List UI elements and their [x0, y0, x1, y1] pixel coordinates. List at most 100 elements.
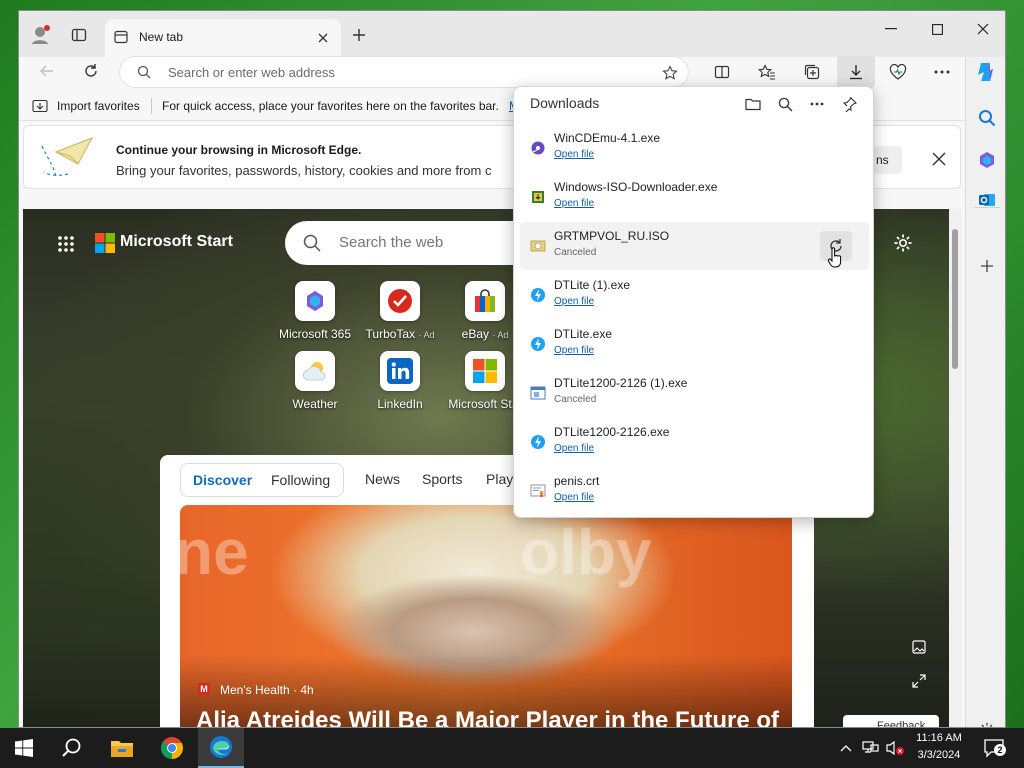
clock-date[interactable]: 3/3/2024 — [914, 749, 964, 761]
download-item[interactable]: DTLite.exe Open file — [520, 320, 869, 368]
tab-actions-icon[interactable] — [69, 25, 89, 45]
open-file-link[interactable]: Open file — [554, 149, 594, 160]
background-image-icon[interactable] — [909, 637, 929, 657]
open-file-link[interactable]: Open file — [554, 198, 594, 209]
feedback-button[interactable]: Feedback — [843, 715, 939, 727]
downloads-title: Downloads — [530, 95, 600, 111]
tab-play[interactable]: Play — [486, 471, 513, 487]
close-window-button[interactable] — [971, 19, 995, 39]
back-button[interactable] — [35, 59, 59, 83]
open-file-link[interactable]: Open file — [554, 296, 594, 307]
favorites-bar-hint: For quick access, place your favorites h… — [162, 99, 499, 113]
network-icon[interactable] — [860, 739, 880, 757]
close-banner-icon[interactable] — [928, 148, 950, 170]
open-downloads-folder-icon[interactable] — [742, 93, 764, 115]
tab-title: New tab — [139, 30, 184, 44]
address-placeholder: Search or enter web address — [168, 65, 335, 80]
page-settings-gear-icon[interactable] — [891, 231, 915, 255]
article-headline[interactable]: Alia Atreides Will Be a Major Player in … — [196, 707, 779, 727]
chrome-icon[interactable] — [152, 732, 192, 764]
import-favorites-icon — [31, 98, 49, 114]
close-tab-icon[interactable] — [315, 30, 331, 46]
download-item[interactable]: DTLite (1).exe Open file — [520, 271, 869, 319]
shortcut-linkedin[interactable]: LinkedIn — [360, 351, 440, 411]
app-launcher-icon[interactable] — [55, 233, 77, 255]
search-downloads-icon[interactable] — [774, 93, 796, 115]
pin-downloads-icon[interactable] — [838, 93, 860, 115]
sidebar-microsoft-365-icon[interactable] — [976, 149, 998, 171]
show-hidden-icons-chevron[interactable] — [838, 740, 854, 756]
address-bar[interactable]: Search or enter web address — [119, 56, 689, 88]
article-image[interactable]: ne olby M Men's Health · 4h Alia Atreide… — [180, 505, 792, 727]
collections-icon[interactable] — [801, 61, 823, 83]
more-options-icon[interactable] — [931, 61, 953, 83]
daemon-tools-file-icon — [530, 336, 546, 352]
favorites-icon[interactable] — [756, 61, 778, 83]
clock-time[interactable]: 11:16 AM — [914, 732, 964, 744]
shortcut-label: eBay — [461, 327, 489, 341]
tab-sports[interactable]: Sports — [422, 471, 462, 487]
minimize-button[interactable] — [879, 19, 903, 39]
download-filename: DTLite1200-2126 (1).exe — [554, 376, 688, 390]
download-item[interactable]: Windows-ISO-Downloader.exe Open file — [520, 173, 869, 221]
iso-disc-file-icon — [530, 238, 546, 254]
shortcut-microsoft-365[interactable]: Microsoft 365 — [275, 281, 355, 341]
volume-muted-icon[interactable] — [884, 739, 906, 757]
tab-new-tab[interactable]: New tab — [105, 19, 341, 57]
file-explorer-icon[interactable] — [102, 732, 142, 764]
split-screen-icon[interactable] — [711, 61, 733, 83]
shortcut-weather[interactable]: Weather — [275, 351, 355, 411]
notification-center-icon[interactable]: 2 — [980, 736, 1008, 760]
open-file-link[interactable]: Open file — [554, 345, 594, 356]
turbotax-icon — [380, 281, 420, 321]
new-tab-button[interactable] — [349, 25, 369, 45]
browser-essentials-icon[interactable] — [887, 61, 909, 83]
download-item[interactable]: DTLite1200-2126.exe Open file — [520, 418, 869, 466]
download-filename: DTLite.exe — [554, 327, 613, 341]
tab-news[interactable]: News — [365, 471, 400, 487]
microsoft-start-brand[interactable]: Microsoft Start — [120, 233, 233, 251]
downloads-button[interactable] — [837, 56, 875, 88]
shortcut-ad-badge: · Ad — [418, 330, 435, 340]
download-item[interactable]: WinCDEmu-4.1.exe Open file — [520, 124, 869, 172]
taskbar-search-icon[interactable] — [52, 734, 92, 762]
open-file-link[interactable]: Open file — [554, 443, 594, 454]
open-file-link[interactable]: Open file — [554, 492, 594, 503]
start-button[interactable] — [6, 734, 42, 762]
copilot-icon[interactable] — [972, 57, 1002, 87]
downloads-more-options-icon[interactable] — [806, 93, 828, 115]
image-background-text: olby — [520, 516, 652, 588]
shortcut-turbotax[interactable]: TurboTax · Ad — [360, 281, 440, 341]
sidebar-search-icon[interactable] — [976, 107, 998, 129]
download-filename: DTLite (1).exe — [554, 278, 631, 292]
refresh-button[interactable] — [79, 59, 103, 83]
download-item[interactable]: DTLite1200-2126 (1).exe Canceled — [520, 369, 869, 417]
sidebar-add-icon[interactable] — [976, 255, 998, 277]
edge-taskbar-icon[interactable] — [198, 728, 244, 768]
fullscreen-expand-icon[interactable] — [909, 671, 929, 691]
add-favorite-star-icon[interactable] — [660, 63, 680, 83]
download-filename: penis.crt — [554, 474, 600, 488]
shortcut-label: Microsoft 365 — [278, 327, 352, 341]
image-watermark-ne: ne — [180, 516, 249, 588]
download-item[interactable]: GRTMPVOL_RU.ISO Canceled — [520, 222, 869, 270]
maximize-button[interactable] — [925, 19, 949, 39]
profile-icon[interactable] — [29, 23, 53, 47]
windows-taskbar: 11:16 AM 3/3/2024 2 — [0, 728, 1024, 768]
shortcut-ad-badge: · Ad — [492, 330, 509, 340]
paper-plane-icon — [38, 134, 96, 182]
import-favorites-link[interactable]: Import favorites — [57, 99, 140, 113]
microsoft-store-icon — [465, 351, 505, 391]
shortcut-label: LinkedIn — [377, 397, 423, 411]
shortcut-label: TurboTax — [365, 327, 416, 341]
download-item[interactable]: penis.crt Open file — [520, 467, 869, 515]
tab-following[interactable]: Following — [271, 472, 330, 488]
edge-sidebar — [965, 57, 1005, 727]
web-search-box[interactable]: Search the web — [285, 221, 545, 265]
scrollbar-thumb[interactable] — [952, 229, 958, 369]
tab-discover[interactable]: Discover — [193, 472, 252, 488]
page-scrollbar[interactable] — [949, 209, 961, 727]
iso-downloader-file-icon — [530, 189, 546, 205]
daemon-tools-file-icon — [530, 434, 546, 450]
sidebar-settings-icon[interactable] — [976, 719, 998, 727]
